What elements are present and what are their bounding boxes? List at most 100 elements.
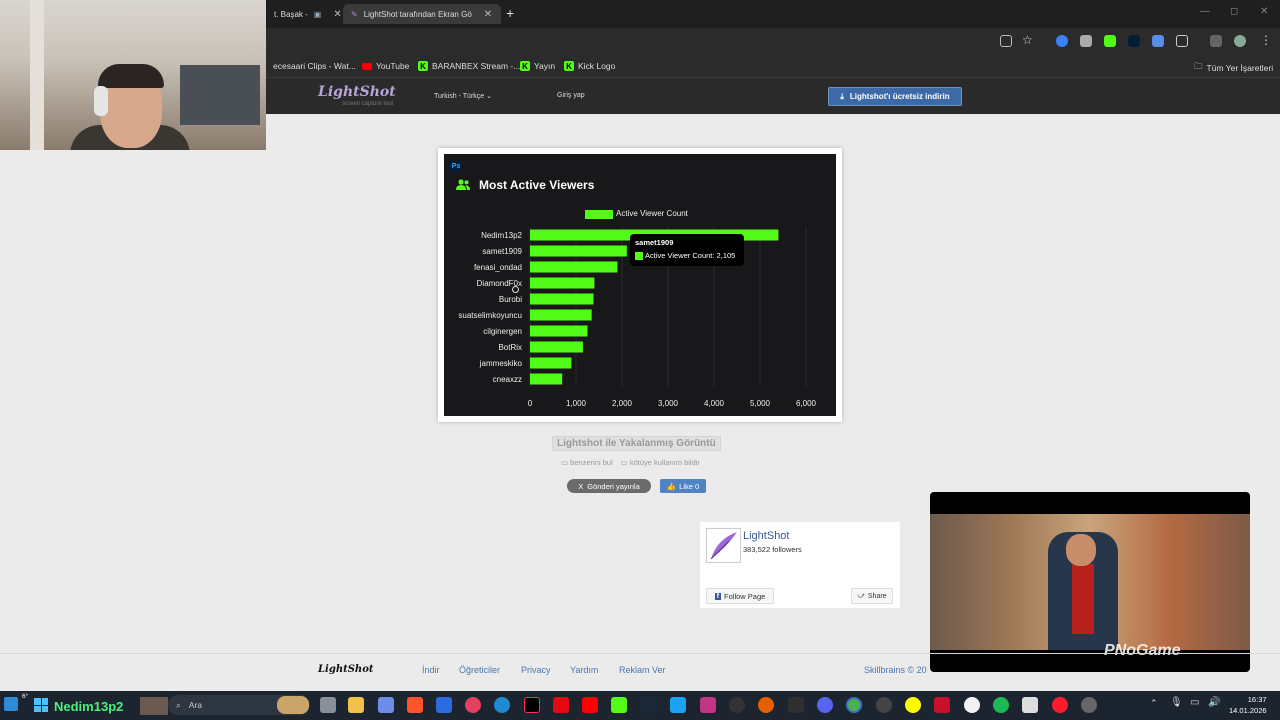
download-icon: ⤓ xyxy=(840,91,844,101)
speaker-icon[interactable]: 🔊 xyxy=(1208,697,1220,708)
instagram-icon[interactable] xyxy=(700,697,716,713)
bookmark-item[interactable]: K BARANBEX Stream -... xyxy=(418,61,520,71)
ps-extension-icon[interactable] xyxy=(1128,35,1140,47)
share-button[interactable]: ⤻ Share xyxy=(851,588,893,604)
app-icon[interactable] xyxy=(1022,697,1038,713)
chevron-up-icon[interactable]: ⌃ xyxy=(1150,698,1158,709)
microphone-icon[interactable]: 🎙 xyxy=(1170,697,1183,708)
close-window-icon[interactable]: ✕ xyxy=(1260,6,1268,17)
weather-temp[interactable]: 6° xyxy=(22,693,28,700)
y-category-label: Burobi xyxy=(499,295,522,304)
footer-link-tutorials[interactable]: Öğreticiler xyxy=(459,665,500,675)
close-icon[interactable]: ✕ xyxy=(333,9,341,20)
avatar[interactable] xyxy=(1234,35,1246,47)
kick-icon: K xyxy=(418,61,428,71)
follow-page-button[interactable]: f Follow Page xyxy=(706,588,774,604)
taskview-icon[interactable] xyxy=(320,697,336,713)
facebook-like-button[interactable]: 👍 Like 0 xyxy=(660,479,706,493)
download-button[interactable]: ⤓ Lightshot'ı ücretsiz indirin xyxy=(828,87,962,106)
star-icon[interactable]: ☆ xyxy=(1022,33,1033,47)
media-icon[interactable] xyxy=(1210,35,1222,47)
y-category-label: fenasi_ondad xyxy=(474,263,522,272)
clock-time: 16:37 xyxy=(1247,695,1267,704)
shield-icon[interactable] xyxy=(1080,35,1092,47)
chart-title: Most Active Viewers xyxy=(479,178,595,192)
yandex-icon[interactable] xyxy=(964,697,980,713)
bar-DiamondF0x[interactable] xyxy=(530,277,595,289)
tweet-button[interactable]: X Gönderi yayınla xyxy=(567,479,651,493)
browser-tab-active[interactable]: ✎ LightShot tarafından Ekran Gö ✕ xyxy=(343,4,501,24)
lightshot-logo[interactable]: LightShot xyxy=(318,84,396,100)
bar-fenasi_ondad[interactable] xyxy=(530,261,618,273)
install-icon[interactable] xyxy=(1000,35,1012,47)
bar-cneaxzz[interactable] xyxy=(530,373,563,385)
spotify-icon[interactable] xyxy=(993,697,1009,713)
steam-icon[interactable] xyxy=(641,697,657,713)
video-overlay[interactable]: PNoGame xyxy=(930,492,1250,672)
copilot-icon[interactable] xyxy=(378,697,394,713)
netflix-icon[interactable] xyxy=(553,697,569,713)
extension-icon[interactable] xyxy=(1056,35,1068,47)
bookmark-item[interactable]: K Kick Logo xyxy=(564,61,615,71)
start-icon[interactable] xyxy=(34,698,48,712)
find-similar-link[interactable]: ▭ benzerini bul xyxy=(561,458,613,467)
bar-samet1909[interactable] xyxy=(530,245,627,257)
bar-Burobi[interactable] xyxy=(530,293,594,305)
mcafee-icon[interactable] xyxy=(934,697,950,713)
tab-icon: ▣ xyxy=(313,9,322,19)
twitter-icon[interactable] xyxy=(670,697,686,713)
monitor-icon[interactable]: ▭ xyxy=(1190,697,1199,708)
chrome-icon[interactable] xyxy=(846,697,862,713)
footer-link-privacy[interactable]: Privacy xyxy=(521,665,551,675)
maximize-icon[interactable]: ◻ xyxy=(1230,6,1238,17)
footer-link-advertise[interactable]: Reklam Ver xyxy=(619,665,666,675)
opera-icon[interactable] xyxy=(1052,697,1068,713)
edge-browser-icon[interactable] xyxy=(494,697,510,713)
bookmark-item[interactable]: YouTube xyxy=(362,61,409,71)
feather-icon: ✎ xyxy=(351,9,358,19)
bar-cilginergen[interactable] xyxy=(530,325,588,337)
media-player-icon[interactable] xyxy=(465,697,481,713)
footer-link-download[interactable]: İndir xyxy=(422,665,440,675)
epic-games-icon[interactable] xyxy=(788,697,804,713)
login-link[interactable]: Giriş yap xyxy=(557,92,585,99)
language-select[interactable]: Turkish - Türkçe ⌄ xyxy=(434,92,492,100)
youtube-icon[interactable] xyxy=(582,697,598,713)
taskbar-clock[interactable]: 16:37 14.01.2026 xyxy=(1229,694,1267,716)
bar-suatselimkoyuncu[interactable] xyxy=(530,309,592,321)
footer-link-help[interactable]: Yardım xyxy=(570,665,598,675)
weather-icon[interactable] xyxy=(4,697,18,711)
kick-app-icon[interactable] xyxy=(611,697,627,713)
menu-icon[interactable]: ⋮ xyxy=(1260,33,1272,47)
obs-icon[interactable] xyxy=(876,697,892,713)
file-explorer-icon[interactable] xyxy=(348,697,364,713)
tiktok-icon[interactable] xyxy=(524,697,540,713)
bookmark-item[interactable]: K Yayın xyxy=(520,61,555,71)
footer-logo[interactable]: LightShot xyxy=(318,664,374,675)
page-name[interactable]: LightShot xyxy=(743,530,789,542)
edge-icon[interactable] xyxy=(436,697,452,713)
x-tick-label: 0 xyxy=(528,399,533,408)
all-bookmarks[interactable]: 🗀 Tüm Yer İşaretleri xyxy=(1194,61,1273,75)
report-link[interactable]: ▭ kötüye kullanım bildir xyxy=(621,458,700,467)
speedometer-icon[interactable] xyxy=(729,697,745,713)
minimize-icon[interactable]: — xyxy=(1200,6,1210,17)
kick-icon: K xyxy=(520,61,530,71)
kick-extension-icon[interactable] xyxy=(1104,35,1116,47)
bar-jammeskiko[interactable] xyxy=(530,357,572,369)
snapchat-icon[interactable] xyxy=(905,697,921,713)
y-category-label: samet1909 xyxy=(482,247,522,256)
extension-icon[interactable] xyxy=(1152,35,1164,47)
lightshot-page-avatar[interactable] xyxy=(706,528,741,563)
browser-tab[interactable]: t. Başak - ▣ ✕ xyxy=(266,4,350,24)
bar-BotRix[interactable] xyxy=(530,341,583,353)
bookmark-item[interactable]: ecesaari Clips - Wat... xyxy=(273,61,356,71)
settings-icon[interactable] xyxy=(1081,697,1097,713)
brave-icon[interactable] xyxy=(407,697,423,713)
discord-icon[interactable] xyxy=(817,697,833,713)
puzzle-icon[interactable] xyxy=(1176,35,1188,47)
new-tab-button[interactable]: + xyxy=(506,5,514,21)
chart-tooltip: samet1909 Active Viewer Count: 2,105 xyxy=(630,234,744,266)
close-icon[interactable]: ✕ xyxy=(484,9,492,20)
app-icon[interactable] xyxy=(758,697,774,713)
